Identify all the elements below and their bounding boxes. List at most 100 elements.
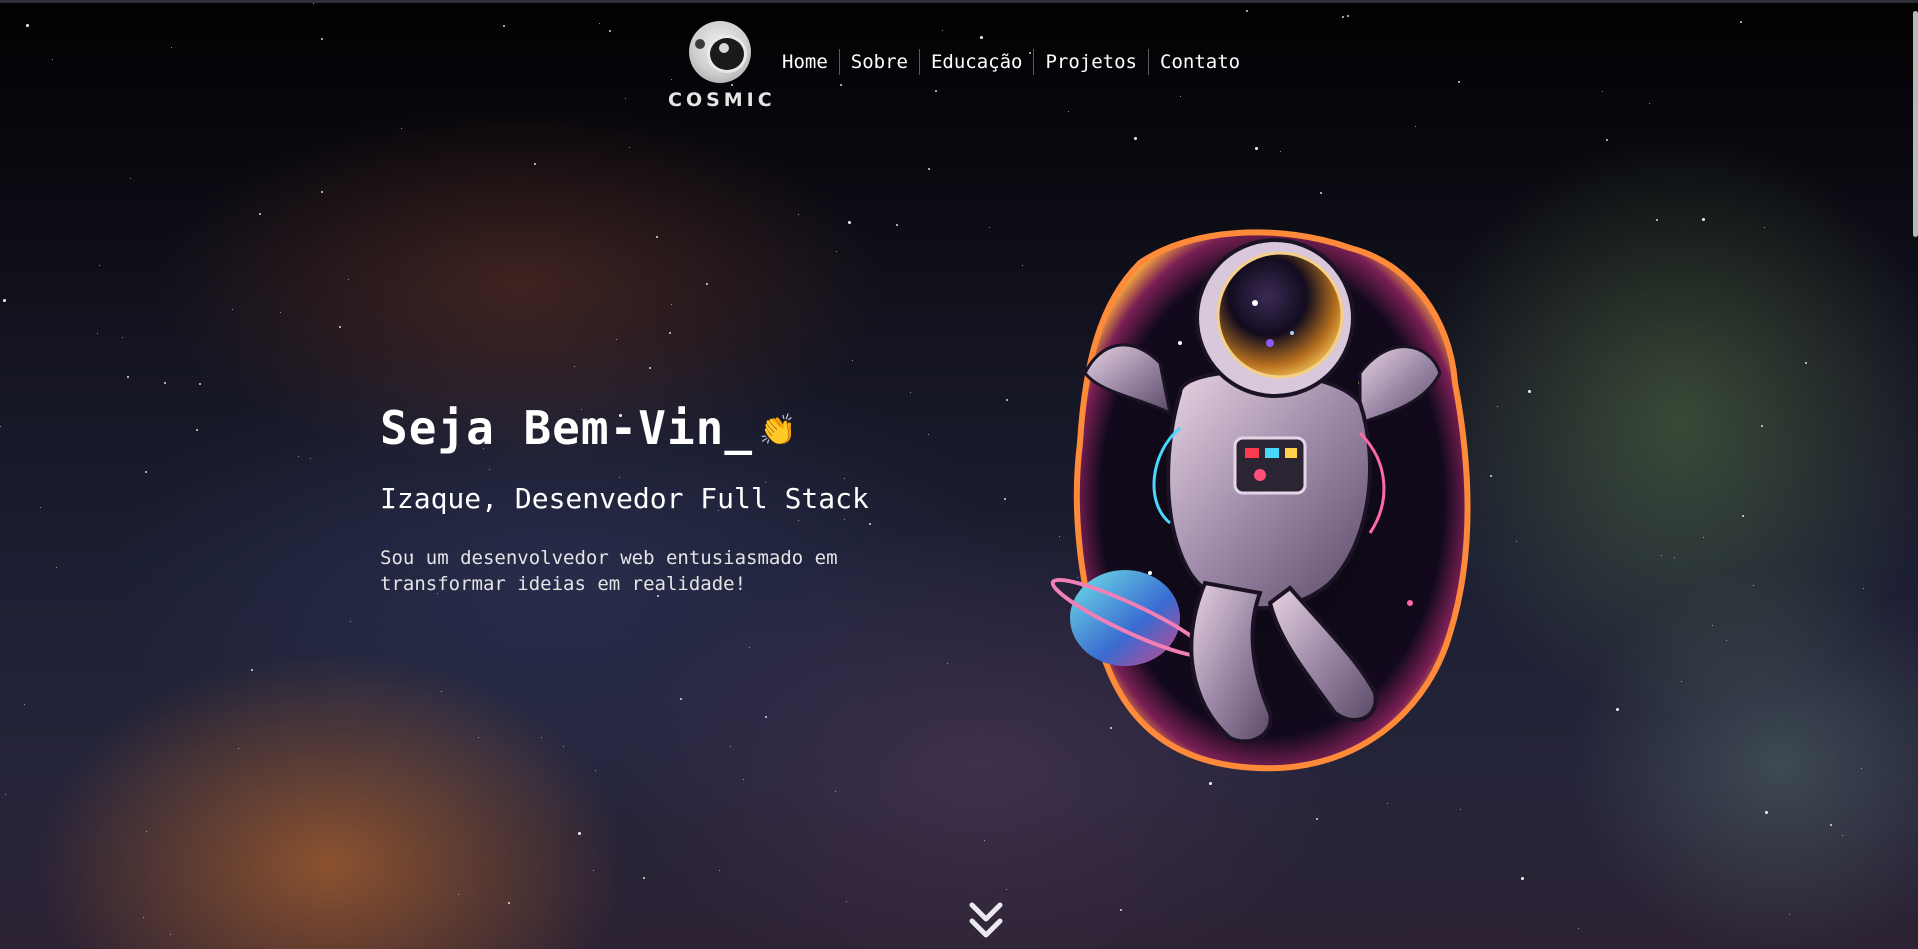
star — [1649, 103, 1650, 104]
star — [935, 90, 937, 92]
star — [503, 25, 505, 27]
star — [40, 507, 41, 508]
star — [26, 24, 29, 27]
star — [97, 333, 98, 334]
star — [869, 523, 871, 525]
star — [321, 191, 323, 193]
star — [143, 917, 144, 918]
star — [609, 30, 611, 32]
star — [52, 59, 53, 60]
star — [629, 147, 630, 148]
double-chevron-down-icon[interactable] — [966, 899, 1006, 943]
star — [348, 279, 349, 280]
star — [765, 716, 767, 718]
star — [489, 469, 490, 470]
star — [989, 227, 990, 228]
star — [798, 214, 799, 215]
main-nav: Home Sobre Educação Projetos Contato — [773, 49, 1251, 75]
star — [1578, 928, 1579, 929]
star — [1516, 541, 1517, 542]
nav-home-link[interactable]: Home — [773, 49, 839, 75]
star — [1753, 585, 1754, 586]
star — [619, 477, 620, 478]
star — [1761, 425, 1763, 427]
star — [852, 360, 853, 361]
star — [1702, 218, 1705, 221]
star — [848, 221, 851, 224]
star — [1674, 557, 1675, 558]
star — [928, 168, 930, 170]
star — [1830, 824, 1832, 826]
star — [259, 213, 261, 215]
star — [56, 567, 57, 568]
star — [643, 877, 645, 879]
star — [593, 870, 594, 871]
star — [1740, 21, 1742, 23]
star — [1861, 768, 1862, 769]
star — [574, 366, 575, 367]
star — [984, 840, 985, 841]
star — [199, 383, 201, 385]
scrollbar-thumb[interactable] — [1913, 11, 1918, 237]
star — [298, 456, 299, 457]
star — [1805, 362, 1807, 364]
star — [625, 98, 626, 99]
nav-educacao-link[interactable]: Educação — [918, 49, 1034, 75]
nav-sobre-link[interactable]: Sobre — [838, 49, 919, 75]
star — [310, 458, 311, 459]
star — [844, 478, 845, 479]
star — [1342, 16, 1344, 18]
star — [1765, 811, 1768, 814]
hero-description: Sou um desenvolvedor web entusiasmado em… — [380, 547, 838, 595]
star — [3, 299, 6, 302]
star — [846, 901, 847, 902]
star — [719, 870, 720, 871]
star — [170, 934, 171, 935]
star — [146, 831, 147, 832]
star — [1387, 803, 1388, 804]
star — [947, 663, 948, 664]
star — [1006, 889, 1007, 890]
astronaut-illustration — [1050, 229, 1471, 772]
star — [1712, 625, 1713, 626]
star — [730, 746, 731, 747]
star — [840, 84, 842, 86]
nav-projetos-link[interactable]: Projetos — [1033, 49, 1148, 75]
star — [1255, 147, 1258, 150]
star — [1863, 588, 1864, 589]
clapping-hands-icon: 👏 — [759, 413, 798, 448]
star — [1246, 10, 1248, 12]
star — [928, 434, 929, 435]
star — [1004, 498, 1006, 500]
star — [563, 746, 564, 747]
star — [1134, 137, 1137, 140]
star — [321, 38, 323, 40]
star — [24, 704, 25, 705]
star — [0, 426, 1, 427]
star — [1347, 15, 1349, 17]
star — [145, 471, 147, 473]
star — [1656, 219, 1658, 221]
page-scrollbar[interactable] — [1912, 3, 1918, 949]
star — [1320, 192, 1322, 194]
star — [1661, 555, 1662, 556]
star — [1742, 515, 1744, 517]
star — [942, 30, 943, 31]
star — [1180, 96, 1181, 97]
star — [1764, 227, 1765, 228]
hero-title-text: Seja Bem-Vin_ — [380, 401, 754, 455]
site-logo[interactable]: COSMIC — [668, 21, 772, 111]
star — [1521, 877, 1524, 880]
nav-contato-link[interactable]: Contato — [1148, 49, 1251, 75]
star — [980, 36, 983, 39]
star — [534, 163, 536, 165]
hero-subtitle: Izaque, Desenvedor Full Stack — [380, 482, 869, 515]
star — [595, 770, 596, 771]
star — [350, 621, 351, 622]
star — [669, 332, 671, 334]
star — [1006, 399, 1008, 401]
hero-title: Seja Bem-Vin_ 👏 — [380, 401, 797, 455]
star — [910, 392, 911, 393]
star — [1703, 537, 1704, 538]
star — [671, 304, 672, 305]
